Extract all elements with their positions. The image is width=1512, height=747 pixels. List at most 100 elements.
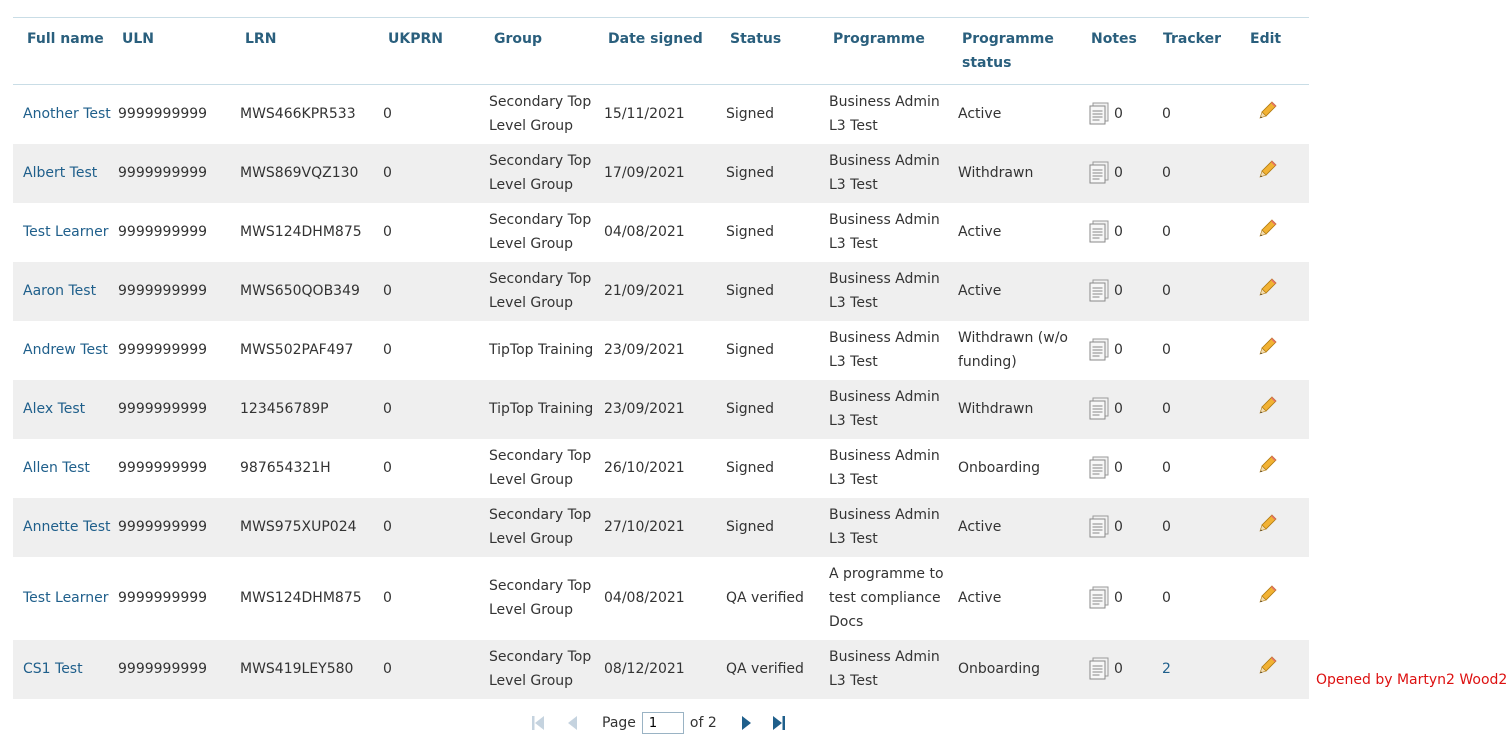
- lrn-cell: MWS502PAF497: [240, 342, 354, 358]
- group-cell: Secondary Top Level Group: [489, 507, 592, 547]
- col-header-programme[interactable]: Programme: [829, 18, 958, 85]
- col-header-date-signed[interactable]: Date signed: [604, 18, 726, 85]
- tracker-count: 0: [1162, 342, 1171, 358]
- col-header-group[interactable]: Group: [489, 18, 604, 85]
- programme-cell: Business Admin L3 Test: [829, 448, 940, 488]
- notes-document-icon[interactable]: [1088, 220, 1110, 244]
- programme-cell: Business Admin L3 Test: [829, 94, 940, 135]
- table-row: CS1 Test 9999999999 MWS419LEY580 0 Secondary…: [13, 639, 1309, 699]
- uln-cell: 9999999999: [118, 342, 208, 358]
- ukprn-cell: 0: [383, 283, 392, 299]
- notes-document-icon[interactable]: [1088, 657, 1110, 681]
- page-number-input[interactable]: [641, 712, 684, 734]
- programme-cell: Business Admin L3 Test: [829, 389, 940, 429]
- uln-cell: 9999999999: [118, 661, 208, 677]
- pencil-edit-icon[interactable]: [1258, 218, 1278, 238]
- status-cell: Signed: [726, 106, 775, 123]
- first-page-icon[interactable]: [530, 714, 546, 732]
- uln-cell: 9999999999: [118, 590, 208, 606]
- opened-by-note: Opened by Martyn2 Wood2: [1316, 672, 1508, 688]
- ukprn-cell: 0: [383, 401, 392, 417]
- ukprn-cell: 0: [383, 342, 392, 358]
- programme-status-cell: Withdrawn (w/o funding): [958, 330, 1068, 370]
- col-header-ukprn[interactable]: UKPRN: [383, 18, 489, 85]
- group-cell: TipTop Training: [489, 342, 594, 358]
- table-row: Allen Test 9999999999 987654321H 0 Secondary…: [13, 439, 1309, 498]
- notes-count: 0: [1114, 342, 1123, 358]
- tracker-count: 0: [1162, 283, 1171, 299]
- learner-name-link[interactable]: Albert Test: [23, 165, 97, 181]
- group-cell: Secondary Top Level Group: [489, 212, 592, 252]
- tracker-count[interactable]: 2: [1162, 661, 1171, 677]
- group-cell: Secondary Top Level Group: [489, 271, 592, 311]
- lrn-cell: 987654321H: [240, 460, 331, 476]
- programme-cell: Business Admin L3 Test: [829, 271, 940, 311]
- learner-name-link[interactable]: Andrew Test: [23, 342, 108, 358]
- learner-name-link[interactable]: CS1 Test: [23, 661, 83, 677]
- tracker-count: 0: [1162, 590, 1171, 606]
- learner-name-link[interactable]: Test Learner: [23, 224, 109, 240]
- col-header-uln[interactable]: ULN: [118, 18, 240, 85]
- notes-document-icon[interactable]: [1088, 397, 1110, 421]
- group-cell: Secondary Top Level Group: [489, 578, 592, 618]
- programme-cell: Business Admin L3 Test: [829, 507, 940, 547]
- ukprn-cell: 0: [383, 165, 392, 181]
- col-header-status[interactable]: Status: [726, 18, 829, 85]
- learner-name-link[interactable]: Annette Test: [23, 519, 111, 535]
- last-page-icon[interactable]: [771, 714, 787, 732]
- col-header-full-name[interactable]: Full name: [13, 18, 118, 85]
- programme-status-cell: Withdrawn: [958, 401, 1034, 417]
- learner-name-link[interactable]: Aaron Test: [23, 283, 96, 299]
- prev-page-icon[interactable]: [564, 714, 580, 732]
- learners-table-container: Full name ULN LRN UKPRN Group Date signe…: [13, 17, 1309, 699]
- ukprn-cell: 0: [383, 590, 392, 606]
- pencil-edit-icon[interactable]: [1258, 513, 1278, 533]
- group-cell: TipTop Training: [489, 401, 594, 417]
- date-signed-cell: 21/09/2021: [604, 283, 685, 299]
- ukprn-cell: 0: [383, 460, 392, 476]
- notes-document-icon[interactable]: [1088, 338, 1110, 362]
- next-page-icon[interactable]: [739, 714, 755, 732]
- notes-document-icon[interactable]: [1088, 456, 1110, 480]
- col-header-lrn[interactable]: LRN: [240, 18, 383, 85]
- learner-name-link[interactable]: Another Test: [23, 106, 111, 122]
- status-cell: QA verified: [726, 590, 804, 606]
- date-signed-cell: 04/08/2021: [604, 224, 685, 240]
- pencil-edit-icon[interactable]: [1258, 395, 1278, 415]
- pencil-edit-icon[interactable]: [1258, 159, 1278, 179]
- learner-name-link[interactable]: Test Learner: [23, 590, 109, 606]
- pencil-edit-icon[interactable]: [1258, 100, 1278, 120]
- group-cell: Secondary Top Level Group: [489, 94, 592, 135]
- status-cell: Signed: [726, 283, 775, 299]
- programme-status-cell: Active: [958, 283, 1002, 299]
- notes-document-icon[interactable]: [1088, 102, 1110, 126]
- pencil-edit-icon[interactable]: [1258, 336, 1278, 356]
- uln-cell: 9999999999: [118, 224, 208, 240]
- learner-name-link[interactable]: Alex Test: [23, 401, 85, 417]
- col-header-tracker[interactable]: Tracker: [1160, 18, 1240, 85]
- table-row: Andrew Test 9999999999 MWS502PAF497 0 TipTop…: [13, 321, 1309, 380]
- pencil-edit-icon[interactable]: [1258, 277, 1278, 297]
- date-signed-cell: 17/09/2021: [604, 165, 685, 181]
- pencil-edit-icon[interactable]: [1258, 584, 1278, 604]
- notes-document-icon[interactable]: [1088, 161, 1110, 185]
- date-signed-cell: 04/08/2021: [604, 590, 685, 606]
- col-header-programme-status[interactable]: Programme status: [958, 18, 1088, 85]
- notes-document-icon[interactable]: [1088, 279, 1110, 303]
- learner-name-link[interactable]: Allen Test: [23, 460, 90, 476]
- col-header-notes[interactable]: Notes: [1088, 18, 1160, 85]
- learners-table: Full name ULN LRN UKPRN Group Date signe…: [13, 17, 1309, 699]
- lrn-cell: MWS419LEY580: [240, 661, 354, 677]
- date-signed-cell: 26/10/2021: [604, 460, 685, 476]
- uln-cell: 9999999999: [118, 106, 208, 123]
- uln-cell: 9999999999: [118, 519, 208, 535]
- notes-document-icon[interactable]: [1088, 515, 1110, 539]
- date-signed-cell: 23/09/2021: [604, 401, 685, 417]
- status-cell: Signed: [726, 401, 775, 417]
- notes-count: 0: [1114, 519, 1123, 535]
- pencil-edit-icon[interactable]: [1258, 454, 1278, 474]
- pencil-edit-icon[interactable]: [1258, 655, 1278, 675]
- date-signed-cell: 27/10/2021: [604, 519, 685, 535]
- notes-document-icon[interactable]: [1088, 586, 1110, 610]
- notes-count: 0: [1114, 661, 1123, 677]
